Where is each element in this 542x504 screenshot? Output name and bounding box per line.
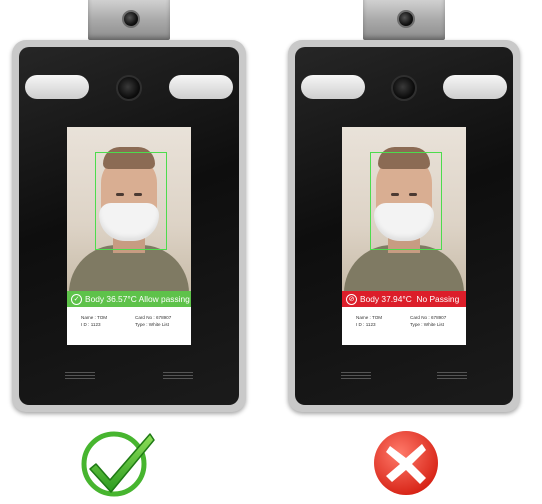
thermal-terminal-right: ⊘ Body 37.94°C No Passing Name : TOM Card…: [288, 0, 520, 412]
info-row: Name : TOM Card No : 678907: [81, 315, 171, 320]
type-value: White List: [148, 322, 169, 327]
info-row: Name : TOM Card No : 678907: [356, 315, 446, 320]
card-value: 678907: [430, 315, 447, 320]
card-value: 678907: [155, 315, 172, 320]
camera-lens-icon: [116, 75, 142, 101]
info-row: I D : 1123 Type : White List: [81, 322, 169, 327]
camera-lens-icon: [391, 75, 417, 101]
temperature-sensor-lens: [397, 10, 415, 28]
info-row: I D : 1123 Type : White List: [356, 322, 444, 327]
speaker-grille-right: [437, 372, 467, 379]
type-label: Type :: [410, 322, 423, 327]
name-value: TOM: [372, 315, 383, 320]
status-bar-allow: ✓ Body 36.57°C Allow passing: [67, 291, 191, 307]
type-label: Type :: [135, 322, 148, 327]
check-circle-icon: ✓: [71, 293, 82, 305]
fill-light-left: [301, 75, 365, 99]
card-label: Card No :: [135, 315, 155, 320]
face-detection-box: [95, 152, 167, 250]
type-value: White List: [423, 322, 444, 327]
temperature-sensor-lens: [122, 10, 140, 28]
terminal-screen: ✓ Body 36.57°C Allow passing Name : TOM C…: [67, 127, 191, 345]
name-label: Name :: [81, 315, 96, 320]
id-label: I D :: [81, 322, 90, 327]
status-bar-deny: ⊘ Body 37.94°C No Passing: [342, 291, 466, 307]
name-label: Name :: [356, 315, 371, 320]
user-info-panel: Name : TOM Card No : 678907 I D : 1123 Typ…: [342, 307, 466, 345]
device-bezel: ⊘ Body 37.94°C No Passing Name : TOM Card…: [295, 47, 513, 405]
id-value: 1123: [365, 322, 376, 327]
fill-light-left: [25, 75, 89, 99]
face-camera-view: [67, 127, 191, 305]
speaker-grille-right: [163, 372, 193, 379]
temperature-sensor-mount: [88, 0, 170, 40]
device-frame: ⊘ Body 37.94°C No Passing Name : TOM Card…: [288, 40, 520, 412]
green-checkmark-icon: [81, 431, 155, 497]
card-label: Card No :: [410, 315, 430, 320]
fill-light-right: [443, 75, 507, 99]
speaker-grille-left: [341, 372, 371, 379]
status-text: Body 37.94°C No Passing: [360, 294, 460, 304]
user-info-panel: Name : TOM Card No : 678907 I D : 1123 Typ…: [67, 307, 191, 345]
id-value: 1123: [90, 322, 101, 327]
speaker-grille-left: [65, 372, 95, 379]
face-detection-box: [370, 152, 442, 250]
terminal-screen: ⊘ Body 37.94°C No Passing Name : TOM Card…: [342, 127, 466, 345]
temperature-sensor-mount: [363, 0, 445, 40]
fill-light-right: [169, 75, 233, 99]
device-bezel: ✓ Body 36.57°C Allow passing Name : TOM C…: [19, 47, 239, 405]
id-label: I D :: [356, 322, 365, 327]
prohibited-icon: ⊘: [346, 293, 357, 305]
status-text: Body 36.57°C Allow passing: [85, 294, 190, 304]
thermal-terminal-left: ✓ Body 36.57°C Allow passing Name : TOM C…: [12, 0, 246, 412]
red-cross-icon: [374, 431, 438, 495]
name-value: TOM: [97, 315, 108, 320]
device-frame: ✓ Body 36.57°C Allow passing Name : TOM C…: [12, 40, 246, 412]
face-camera-view: [342, 127, 466, 305]
